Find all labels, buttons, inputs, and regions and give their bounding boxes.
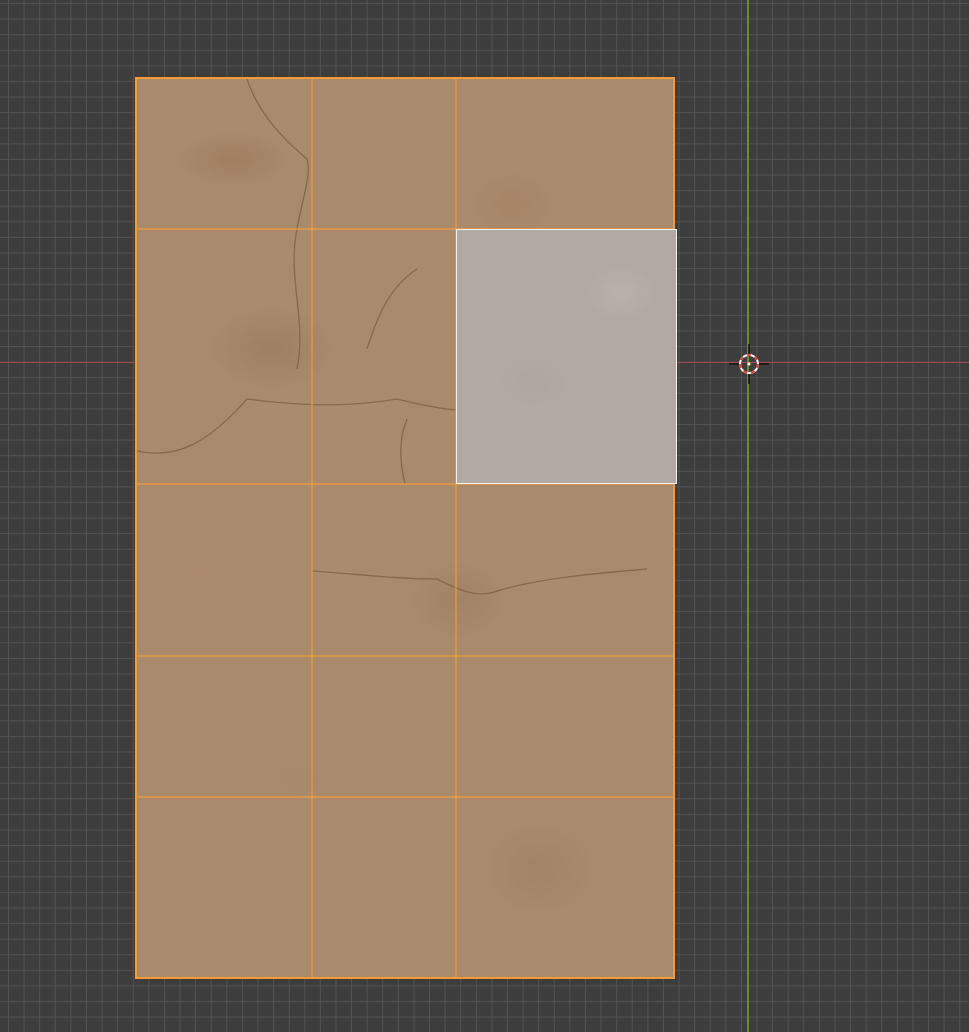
plane-mesh[interactable] (135, 77, 677, 979)
3d-cursor-icon[interactable] (729, 344, 769, 384)
mesh-edges (137, 79, 673, 977)
selected-face[interactable] (456, 229, 677, 484)
3d-cursor-glyph (729, 344, 769, 384)
3d-viewport[interactable] (0, 0, 969, 1032)
y-axis-line (747, 0, 749, 1032)
mesh-wireframe (137, 79, 673, 977)
